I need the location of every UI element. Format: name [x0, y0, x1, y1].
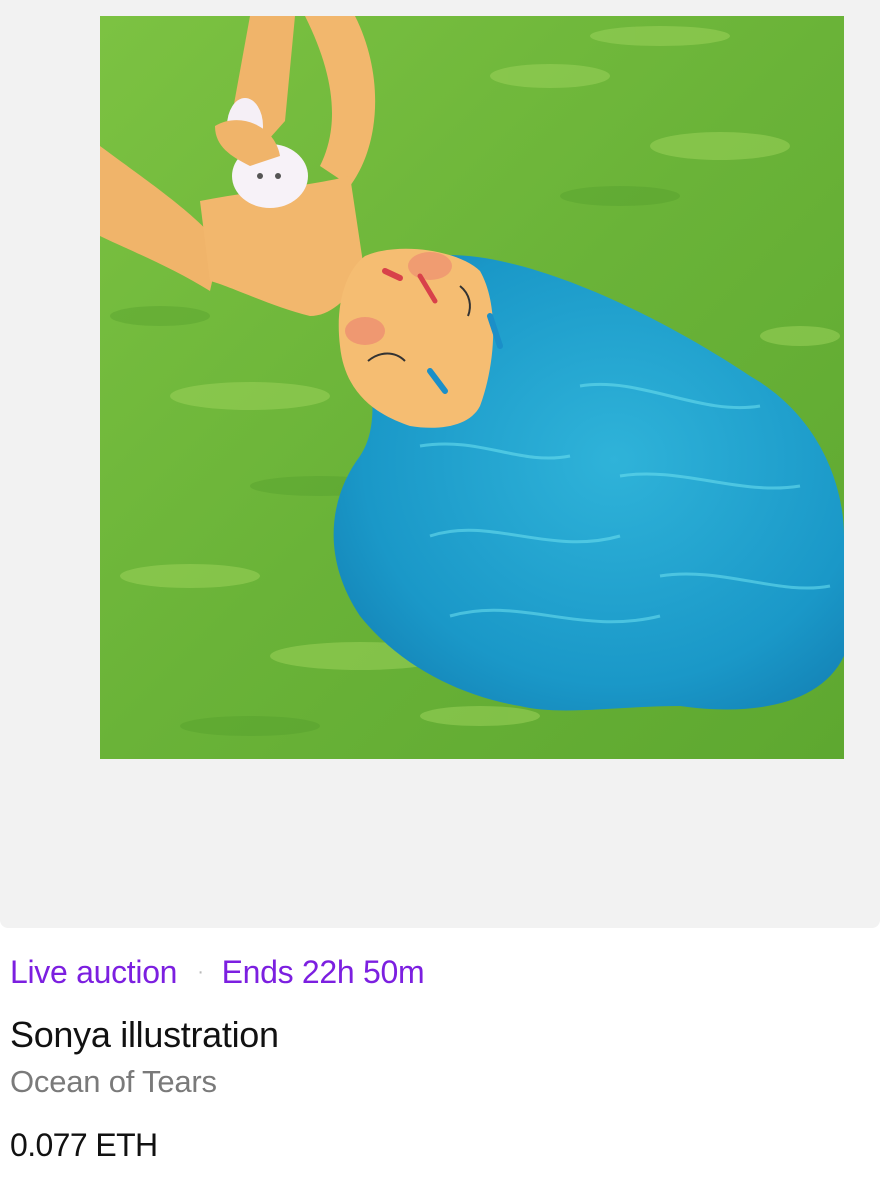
- separator-dot: ·: [197, 960, 204, 983]
- artwork-image[interactable]: [100, 16, 844, 759]
- artwork-title[interactable]: Ocean of Tears: [10, 1064, 217, 1100]
- live-auction-label: Live auction: [10, 953, 178, 990]
- artist-name[interactable]: Sonya illustration: [10, 1014, 279, 1056]
- auction-ends-countdown: Ends 22h 50m: [221, 953, 425, 990]
- artwork-frame[interactable]: [0, 0, 880, 928]
- auction-status-row: Live auction · Ends 22h 50m: [10, 950, 425, 994]
- current-price: 0.077 ETH: [10, 1127, 158, 1163]
